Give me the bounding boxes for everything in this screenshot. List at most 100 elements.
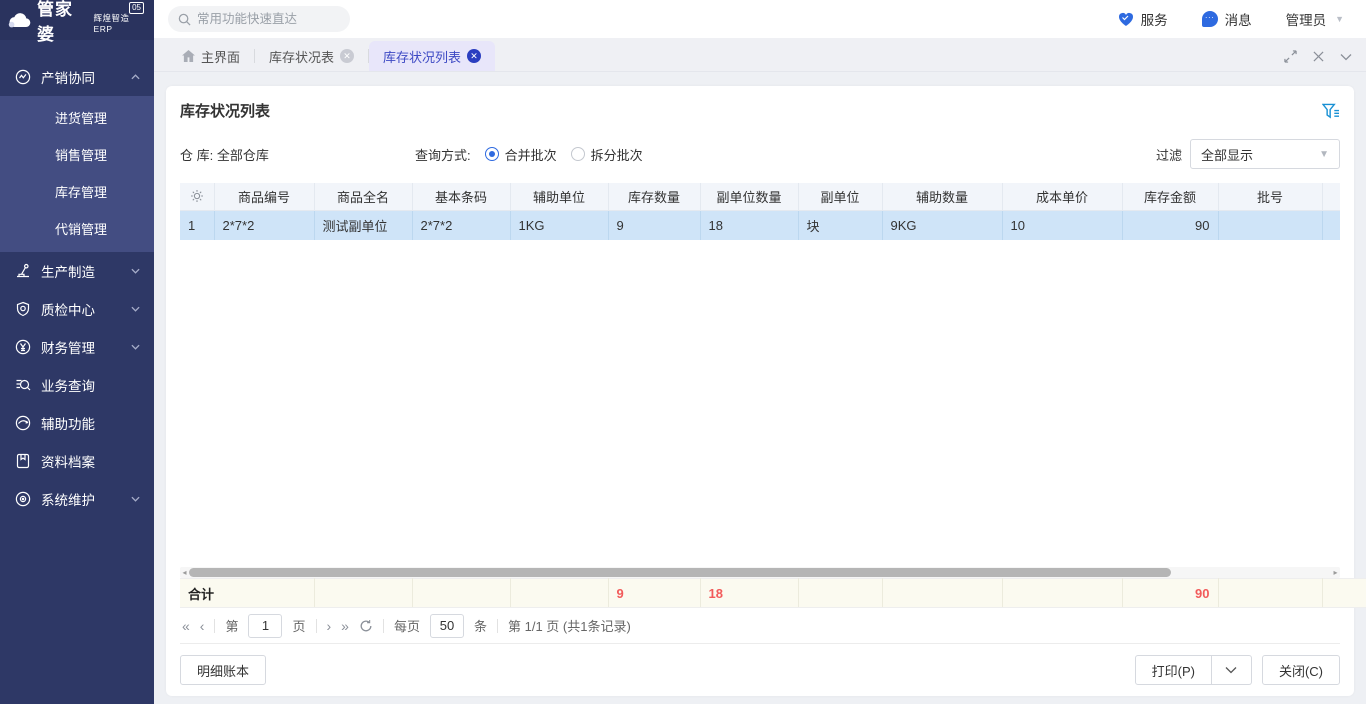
filter-select[interactable]: 全部显示 ▼ bbox=[1190, 139, 1340, 169]
tab-home[interactable]: 主界面 bbox=[168, 41, 254, 71]
sidebar-item-label: 产销协同 bbox=[41, 67, 121, 87]
table-row[interactable]: 1 2*7*2 测试副单位 2*7*2 1KG 9 18 块 9KG 10 90 bbox=[180, 210, 1340, 240]
chevron-down-icon bbox=[131, 268, 140, 274]
warehouse-label: 仓 库: bbox=[180, 148, 213, 163]
close-icon[interactable]: ✕ bbox=[340, 49, 354, 63]
query-mode-label: 查询方式: bbox=[415, 145, 471, 164]
service-menu[interactable]: 服务 bbox=[1118, 9, 1168, 29]
robot-arm-icon bbox=[14, 263, 31, 280]
column-header[interactable]: 生 bbox=[1322, 183, 1340, 210]
yuan-circle-icon bbox=[14, 339, 31, 356]
radio-split-batch[interactable]: 拆分批次 bbox=[571, 145, 643, 164]
sidebar-item-label: 生产制造 bbox=[41, 261, 121, 281]
collapse-icon[interactable] bbox=[1340, 53, 1352, 61]
column-header[interactable]: 库存数量 bbox=[608, 183, 700, 210]
service-label: 服务 bbox=[1141, 9, 1168, 29]
main-area: 库存状况列表 仓 库: 全部仓库 查询方式: 合并批次 bbox=[154, 72, 1366, 704]
sidebar-item-data-archive[interactable]: 资料档案 bbox=[0, 442, 154, 480]
totals-row: 合计 9 18 90 bbox=[180, 578, 1340, 608]
next-page-button[interactable]: › bbox=[327, 619, 332, 633]
radio-label: 拆分批次 bbox=[591, 145, 643, 164]
filter-selected-value: 全部显示 bbox=[1201, 145, 1253, 164]
pagination-summary: 第 1/1 页 (共1条记录) bbox=[508, 616, 631, 635]
sidebar-item-manufacturing[interactable]: 生产制造 bbox=[0, 252, 154, 290]
sidebar-item-system-maintenance[interactable]: 系统维护 bbox=[0, 480, 154, 518]
sidebar-item-business-query[interactable]: 业务查询 bbox=[0, 366, 154, 404]
column-header[interactable]: 商品全名 bbox=[314, 183, 412, 210]
print-dropdown-button[interactable] bbox=[1212, 655, 1252, 685]
sidebar-item-consignment-mgmt[interactable]: 代销管理 bbox=[0, 211, 154, 248]
warehouse-value[interactable]: 全部仓库 bbox=[217, 148, 269, 163]
column-header[interactable]: 副单位 bbox=[798, 183, 882, 210]
column-header[interactable]: 辅助单位 bbox=[510, 183, 608, 210]
card-footer: 明细账本 打印(P) 关闭(C) bbox=[180, 644, 1340, 696]
column-settings-header[interactable] bbox=[180, 183, 214, 210]
chevron-down-icon bbox=[131, 344, 140, 350]
column-header[interactable]: 辅助数量 bbox=[882, 183, 1002, 210]
print-button[interactable]: 打印(P) bbox=[1135, 655, 1212, 685]
column-header[interactable]: 基本条码 bbox=[412, 183, 510, 210]
radio-label: 合并批次 bbox=[505, 145, 557, 164]
close-icon[interactable]: ✕ bbox=[467, 49, 481, 63]
scroll-right-icon[interactable]: ▸ bbox=[1331, 567, 1340, 578]
sub-unit-qty-cell: 18 bbox=[700, 210, 798, 240]
tab-bar: 主界面 库存状况表 ✕ 库存状况列表 ✕ bbox=[154, 38, 1366, 72]
page-prefix: 第 bbox=[225, 616, 238, 635]
horizontal-scrollbar[interactable]: ◂ ▸ bbox=[180, 567, 1340, 578]
sidebar-item-finance[interactable]: 财务管理 bbox=[0, 328, 154, 366]
cloud-logo-icon bbox=[8, 13, 32, 28]
tab-inventory-status[interactable]: 库存状况表 ✕ bbox=[255, 41, 368, 71]
archive-bookmark-icon bbox=[14, 453, 31, 470]
scrollbar-thumb[interactable] bbox=[189, 568, 1171, 577]
divider bbox=[316, 619, 317, 633]
user-menu[interactable]: 管理员 ▼ bbox=[1286, 9, 1344, 29]
scroll-left-icon[interactable]: ◂ bbox=[180, 567, 189, 578]
column-header[interactable]: 成本单价 bbox=[1002, 183, 1122, 210]
pagination: « ‹ 第 页 › » 每页 条 第 1/1 页 (共1条记录) bbox=[180, 608, 1340, 644]
page-number-input[interactable] bbox=[248, 614, 282, 638]
refresh-icon[interactable] bbox=[359, 619, 373, 633]
column-header[interactable]: 批号 bbox=[1218, 183, 1322, 210]
prod-date-cell bbox=[1322, 210, 1340, 240]
filter-label: 过滤 bbox=[1156, 145, 1182, 164]
search-input[interactable] bbox=[197, 12, 337, 26]
stock-amount-cell: 90 bbox=[1122, 210, 1218, 240]
quick-search[interactable] bbox=[168, 6, 350, 32]
column-header[interactable]: 库存金额 bbox=[1122, 183, 1218, 210]
detail-ledger-button[interactable]: 明细账本 bbox=[180, 655, 266, 685]
chevron-down-icon: ▼ bbox=[1335, 14, 1344, 24]
filter-funnel-icon[interactable] bbox=[1322, 103, 1340, 119]
prev-page-button[interactable]: ‹ bbox=[200, 619, 205, 633]
radio-merge-batch[interactable]: 合并批次 bbox=[485, 145, 557, 164]
window-controls bbox=[1284, 50, 1352, 71]
totals-amount: 90 bbox=[1122, 579, 1218, 608]
sidebar-item-auxiliary[interactable]: 辅助功能 bbox=[0, 404, 154, 442]
last-page-button[interactable]: » bbox=[341, 619, 349, 633]
close-icon[interactable] bbox=[1313, 51, 1324, 62]
totals-sub-unit-qty: 18 bbox=[700, 579, 798, 608]
first-page-button[interactable]: « bbox=[182, 619, 190, 633]
per-page-input[interactable] bbox=[430, 614, 464, 638]
message-menu[interactable]: ··· 消息 bbox=[1202, 9, 1252, 29]
tab-inventory-status-list[interactable]: 库存状况列表 ✕ bbox=[369, 41, 495, 71]
sidebar-item-inventory-mgmt[interactable]: 库存管理 bbox=[0, 174, 154, 211]
column-header[interactable]: 副单位数量 bbox=[700, 183, 798, 210]
filter-row: 仓 库: 全部仓库 查询方式: 合并批次 拆分批次 过滤 bbox=[180, 139, 1340, 169]
divider bbox=[383, 619, 384, 633]
inventory-status-card: 库存状况列表 仓 库: 全部仓库 查询方式: 合并批次 bbox=[166, 86, 1354, 696]
sidebar-item-purchase-mgmt[interactable]: 进货管理 bbox=[0, 100, 154, 137]
sidebar-item-production-sales[interactable]: 产销协同 bbox=[0, 58, 154, 96]
brand-suffix: 辉煌智造ERP bbox=[94, 12, 146, 34]
maximize-icon[interactable] bbox=[1284, 50, 1297, 63]
column-header[interactable]: 商品编号 bbox=[214, 183, 314, 210]
sidebar-item-quality-center[interactable]: 质检中心 bbox=[0, 290, 154, 328]
inventory-table: 商品编号 商品全名 基本条码 辅助单位 库存数量 副单位数量 副单位 辅助数量 … bbox=[180, 183, 1340, 240]
close-button[interactable]: 关闭(C) bbox=[1262, 655, 1340, 685]
swoosh-circle-icon bbox=[14, 415, 31, 432]
gear-circle-icon bbox=[14, 491, 31, 508]
totals-stock-qty: 9 bbox=[608, 579, 700, 608]
tab-label: 库存状况表 bbox=[269, 47, 334, 66]
sidebar-submenu: 进货管理 销售管理 库存管理 代销管理 bbox=[0, 96, 154, 252]
home-icon bbox=[182, 50, 195, 62]
sidebar-item-sales-mgmt[interactable]: 销售管理 bbox=[0, 137, 154, 174]
